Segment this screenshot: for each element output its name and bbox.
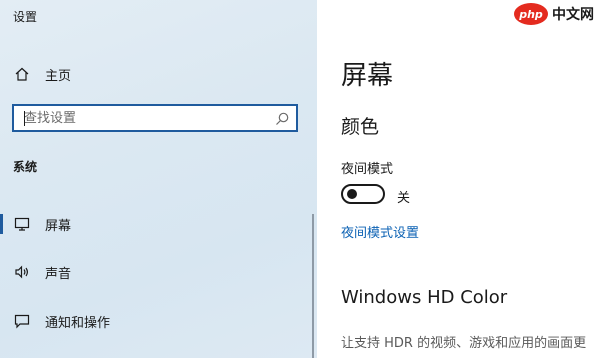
sidebar-item-home[interactable]: 主页 <box>0 60 317 88</box>
page-title: 屏幕 <box>341 61 394 91</box>
watermark-logo: php 中文网 <box>514 2 594 26</box>
sidebar-scrollbar[interactable] <box>312 214 314 358</box>
monitor-icon <box>12 214 32 234</box>
main-panel: 屏幕 颜色 夜间模式 关 夜间模式设置 Windows HD Color 让支持… <box>317 0 600 358</box>
watermark-badge: php <box>514 3 548 25</box>
speaker-icon <box>12 262 32 282</box>
sidebar-item-notifications[interactable]: 通知和操作 <box>0 307 317 335</box>
toggle-state-text: 关 <box>397 191 411 206</box>
watermark-text: 中文网 <box>552 7 594 23</box>
night-light-label: 夜间模式 <box>341 162 394 177</box>
search-input[interactable] <box>18 108 280 128</box>
section-heading: 颜色 <box>341 116 380 138</box>
home-icon <box>12 64 32 84</box>
sidebar-item-display[interactable]: 屏幕 <box>0 210 317 238</box>
sidebar-item-label: 声音 <box>45 266 72 282</box>
app-title: 设置 <box>13 10 38 24</box>
sidebar-item-sound[interactable]: 声音 <box>0 258 317 286</box>
section-title: 系统 <box>13 160 38 174</box>
night-light-toggle[interactable] <box>341 184 385 204</box>
hd-color-heading: Windows HD Color <box>341 287 508 308</box>
hd-color-description: 让支持 HDR 的视频、游戏和应用的画面更 <box>341 336 587 351</box>
search-icon[interactable] <box>274 111 290 127</box>
notification-icon <box>12 311 32 331</box>
text-caret <box>24 111 25 126</box>
sidebar: 设置 主页 系统 屏幕 声音 通知和操作 <box>0 0 317 358</box>
toggle-knob <box>347 189 357 199</box>
sidebar-item-label: 通知和操作 <box>45 315 111 331</box>
sidebar-item-label: 主页 <box>45 68 72 84</box>
search-box[interactable] <box>12 104 298 132</box>
night-light-settings-link[interactable]: 夜间模式设置 <box>341 222 419 241</box>
sidebar-item-label: 屏幕 <box>45 218 72 234</box>
